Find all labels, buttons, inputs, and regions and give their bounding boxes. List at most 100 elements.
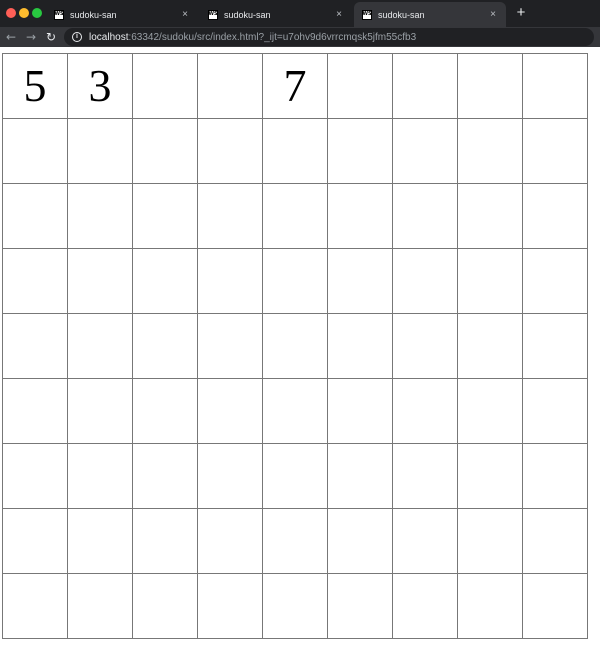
- sudoku-cell-r8-c6[interactable]: [328, 509, 393, 574]
- sudoku-cell-r8-c1[interactable]: [3, 509, 68, 574]
- sudoku-cell-r7-c2[interactable]: [68, 444, 133, 509]
- tab-title: sudoku-san: [224, 9, 271, 20]
- sudoku-cell-r2-c7[interactable]: [393, 119, 458, 184]
- minimize-window-button[interactable]: [19, 8, 29, 18]
- sudoku-cell-r9-c1[interactable]: [3, 574, 68, 639]
- sudoku-cell-r2-c9[interactable]: [523, 119, 588, 184]
- sudoku-cell-r4-c3[interactable]: [133, 249, 198, 314]
- sudoku-cell-r4-c4[interactable]: [198, 249, 263, 314]
- close-tab-icon[interactable]: ×: [332, 9, 346, 20]
- site-info-icon[interactable]: i: [72, 32, 82, 42]
- sudoku-cell-r6-c1[interactable]: [3, 379, 68, 444]
- sudoku-cell-r6-c5[interactable]: [263, 379, 328, 444]
- sudoku-cell-r3-c3[interactable]: [133, 184, 198, 249]
- maximize-window-button[interactable]: [32, 8, 42, 18]
- sudoku-cell-r4-c8[interactable]: [458, 249, 523, 314]
- sudoku-cell-r8-c4[interactable]: [198, 509, 263, 574]
- sudoku-cell-r7-c8[interactable]: [458, 444, 523, 509]
- sudoku-cell-r6-c6[interactable]: [328, 379, 393, 444]
- sudoku-cell-r2-c3[interactable]: [133, 119, 198, 184]
- sudoku-cell-r9-c2[interactable]: [68, 574, 133, 639]
- webstorm-favicon-icon: WS: [208, 9, 218, 20]
- sudoku-cell-r3-c9[interactable]: [523, 184, 588, 249]
- sudoku-cell-r6-c7[interactable]: [393, 379, 458, 444]
- sudoku-cell-r5-c7[interactable]: [393, 314, 458, 379]
- sudoku-cell-r4-c6[interactable]: [328, 249, 393, 314]
- sudoku-cell-r7-c1[interactable]: [3, 444, 68, 509]
- tab-2[interactable]: WS sudoku-san ×: [200, 2, 352, 27]
- sudoku-cell-r6-c4[interactable]: [198, 379, 263, 444]
- sudoku-cell-r2-c8[interactable]: [458, 119, 523, 184]
- sudoku-cell-r1-c4[interactable]: [198, 54, 263, 119]
- sudoku-cell-r6-c3[interactable]: [133, 379, 198, 444]
- sudoku-cell-r5-c2[interactable]: [68, 314, 133, 379]
- tab-3-active[interactable]: WS sudoku-san ×: [354, 2, 506, 27]
- sudoku-cell-r4-c7[interactable]: [393, 249, 458, 314]
- sudoku-cell-r4-c9[interactable]: [523, 249, 588, 314]
- sudoku-cell-r8-c7[interactable]: [393, 509, 458, 574]
- sudoku-cell-r1-c6[interactable]: [328, 54, 393, 119]
- sudoku-cell-r2-c1[interactable]: [3, 119, 68, 184]
- sudoku-cell-r6-c9[interactable]: [523, 379, 588, 444]
- sudoku-cell-r9-c4[interactable]: [198, 574, 263, 639]
- sudoku-cell-r5-c6[interactable]: [328, 314, 393, 379]
- sudoku-cell-r1-c5[interactable]: 7: [263, 54, 328, 119]
- sudoku-cell-r3-c6[interactable]: [328, 184, 393, 249]
- sudoku-cell-r1-c9[interactable]: [523, 54, 588, 119]
- sudoku-cell-r3-c5[interactable]: [263, 184, 328, 249]
- sudoku-cell-r2-c4[interactable]: [198, 119, 263, 184]
- sudoku-cell-r9-c5[interactable]: [263, 574, 328, 639]
- sudoku-cell-r2-c2[interactable]: [68, 119, 133, 184]
- sudoku-cell-r7-c9[interactable]: [523, 444, 588, 509]
- tab-1[interactable]: WS sudoku-san ×: [46, 2, 198, 27]
- sudoku-cell-r9-c9[interactable]: [523, 574, 588, 639]
- sudoku-cell-r5-c9[interactable]: [523, 314, 588, 379]
- sudoku-cell-r3-c2[interactable]: [68, 184, 133, 249]
- close-tab-icon[interactable]: ×: [178, 9, 192, 20]
- sudoku-cell-r4-c2[interactable]: [68, 249, 133, 314]
- sudoku-cell-r3-c1[interactable]: [3, 184, 68, 249]
- sudoku-cell-r2-c5[interactable]: [263, 119, 328, 184]
- sudoku-cell-r8-c2[interactable]: [68, 509, 133, 574]
- sudoku-cell-r5-c4[interactable]: [198, 314, 263, 379]
- sudoku-cell-r8-c9[interactable]: [523, 509, 588, 574]
- back-arrow-icon[interactable]: ←: [3, 29, 19, 45]
- close-tab-icon[interactable]: ×: [486, 9, 500, 20]
- sudoku-cell-r5-c5[interactable]: [263, 314, 328, 379]
- sudoku-cell-r8-c3[interactable]: [133, 509, 198, 574]
- sudoku-cell-r3-c4[interactable]: [198, 184, 263, 249]
- address-bar[interactable]: i localhost :63342/sudoku/src/index.html…: [64, 28, 594, 46]
- sudoku-cell-r6-c2[interactable]: [68, 379, 133, 444]
- sudoku-cell-r2-c6[interactable]: [328, 119, 393, 184]
- sudoku-cell-r7-c4[interactable]: [198, 444, 263, 509]
- sudoku-cell-r8-c8[interactable]: [458, 509, 523, 574]
- sudoku-cell-r3-c7[interactable]: [393, 184, 458, 249]
- sudoku-cell-r6-c8[interactable]: [458, 379, 523, 444]
- sudoku-cell-r7-c5[interactable]: [263, 444, 328, 509]
- sudoku-cell-r4-c1[interactable]: [3, 249, 68, 314]
- sudoku-cell-r9-c6[interactable]: [328, 574, 393, 639]
- sudoku-cell-r1-c2[interactable]: 3: [68, 54, 133, 119]
- reload-icon[interactable]: ↻: [43, 29, 59, 45]
- new-tab-button[interactable]: +: [513, 5, 529, 21]
- sudoku-cell-r1-c8[interactable]: [458, 54, 523, 119]
- sudoku-cell-r9-c8[interactable]: [458, 574, 523, 639]
- sudoku-cell-r8-c5[interactable]: [263, 509, 328, 574]
- sudoku-cell-r7-c3[interactable]: [133, 444, 198, 509]
- sudoku-cell-r3-c8[interactable]: [458, 184, 523, 249]
- sudoku-cell-r7-c6[interactable]: [328, 444, 393, 509]
- url-host: localhost: [89, 31, 129, 43]
- close-window-button[interactable]: [6, 8, 16, 18]
- sudoku-cell-r1-c1[interactable]: 5: [3, 54, 68, 119]
- webstorm-favicon-icon: WS: [362, 9, 372, 20]
- sudoku-cell-r5-c3[interactable]: [133, 314, 198, 379]
- sudoku-cell-r5-c1[interactable]: [3, 314, 68, 379]
- sudoku-cell-r4-c5[interactable]: [263, 249, 328, 314]
- sudoku-cell-r9-c7[interactable]: [393, 574, 458, 639]
- sudoku-cell-r1-c3[interactable]: [133, 54, 198, 119]
- sudoku-cell-r9-c3[interactable]: [133, 574, 198, 639]
- sudoku-cell-r5-c8[interactable]: [458, 314, 523, 379]
- sudoku-cell-r1-c7[interactable]: [393, 54, 458, 119]
- sudoku-cell-r7-c7[interactable]: [393, 444, 458, 509]
- forward-arrow-icon[interactable]: →: [23, 29, 39, 45]
